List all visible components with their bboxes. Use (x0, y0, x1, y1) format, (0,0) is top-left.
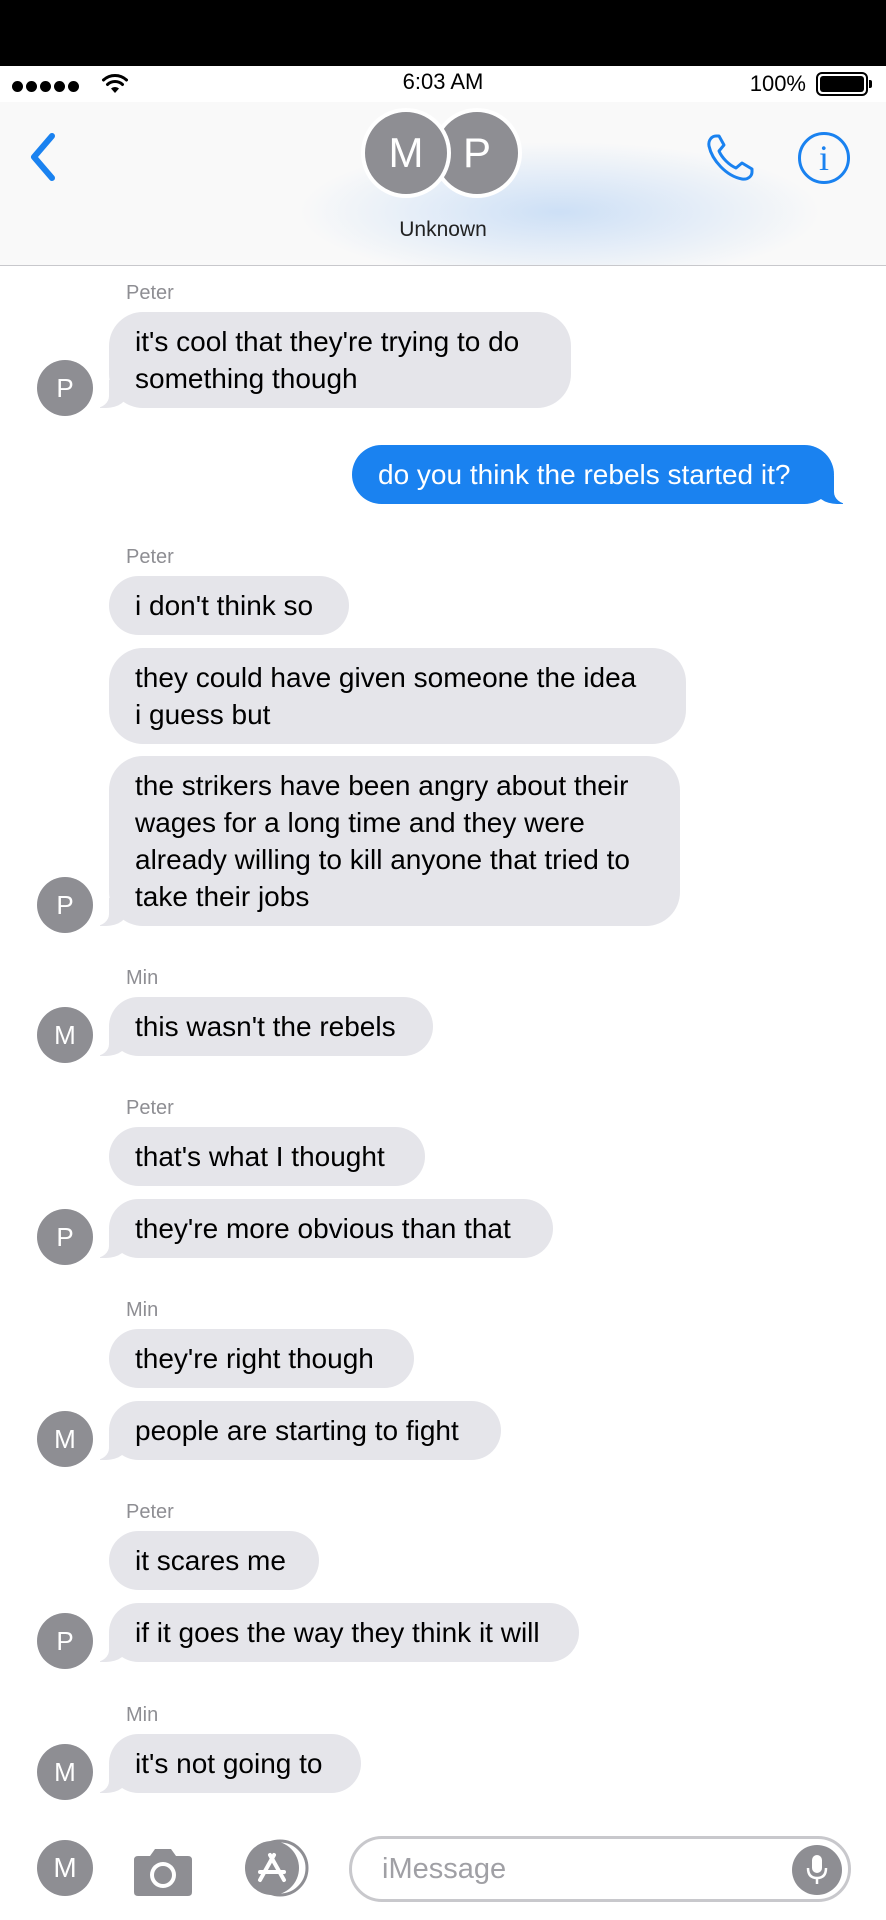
sender-name: Min (126, 1704, 159, 1726)
message-input-bar: M iMessage (0, 1816, 886, 1920)
conversation-title[interactable]: Unknown (0, 218, 886, 242)
app-store-icon[interactable] (238, 1838, 314, 1898)
message-bubble-incoming[interactable]: i don't think so (109, 576, 349, 635)
imessage-input-field[interactable]: iMessage (349, 1836, 851, 1902)
avatar-min[interactable]: M (37, 1744, 93, 1800)
message-bubble-incoming[interactable]: it's cool that they're trying to do somet… (89, 312, 571, 408)
message-bubble-outgoing[interactable]: do you think the rebels started it? (352, 445, 854, 504)
sender-name: Min (126, 1299, 159, 1321)
message-bubble-incoming[interactable]: they could have given someone the idea i … (109, 648, 686, 744)
phone-icon[interactable] (702, 130, 758, 186)
message-bubble-incoming[interactable]: they're more obvious than that (89, 1199, 553, 1258)
sender-name: Min (126, 967, 159, 989)
message-bubble-incoming[interactable]: it scares me (109, 1531, 319, 1590)
message-bubble-incoming[interactable]: it's not going to (89, 1734, 361, 1793)
message-bubble-incoming[interactable]: that's what I thought (109, 1127, 425, 1186)
microphone-icon[interactable] (792, 1845, 842, 1895)
message-bubble-incoming[interactable]: if it goes the way they think it will (89, 1603, 579, 1662)
camera-icon[interactable] (130, 1846, 196, 1898)
back-chevron-icon[interactable] (28, 132, 58, 182)
sender-name: Peter (126, 1501, 174, 1523)
avatar-peter[interactable]: P (37, 877, 93, 933)
avatar-peter[interactable]: P (37, 360, 93, 416)
avatar-peter[interactable]: P (37, 1613, 93, 1669)
top-black-band (0, 0, 886, 66)
message-bubble-incoming[interactable]: they're right though (109, 1329, 414, 1388)
battery-icon (816, 72, 872, 96)
group-avatar-m[interactable]: M (361, 108, 451, 198)
sender-name: Peter (126, 546, 174, 568)
avatar-peter[interactable]: P (37, 1209, 93, 1265)
message-bubble-incoming[interactable]: the strikers have been angry about their… (89, 756, 680, 926)
conversation-header: M P Unknown i (0, 102, 886, 266)
info-icon[interactable]: i (798, 132, 850, 184)
message-bubble-incoming[interactable]: this wasn't the rebels (89, 997, 433, 1056)
avatar-min[interactable]: M (37, 1007, 93, 1063)
sender-name: Peter (126, 282, 174, 304)
sender-name: Peter (126, 1097, 174, 1119)
battery-percentage: 100% (749, 71, 806, 96)
message-bubble-incoming[interactable]: people are starting to fight (89, 1401, 501, 1460)
status-bar: 6:03 AM 100% (0, 66, 886, 102)
avatar-min[interactable]: M (37, 1411, 93, 1467)
memoji-avatar-button[interactable]: M (37, 1840, 93, 1896)
input-placeholder: iMessage (382, 1853, 507, 1885)
